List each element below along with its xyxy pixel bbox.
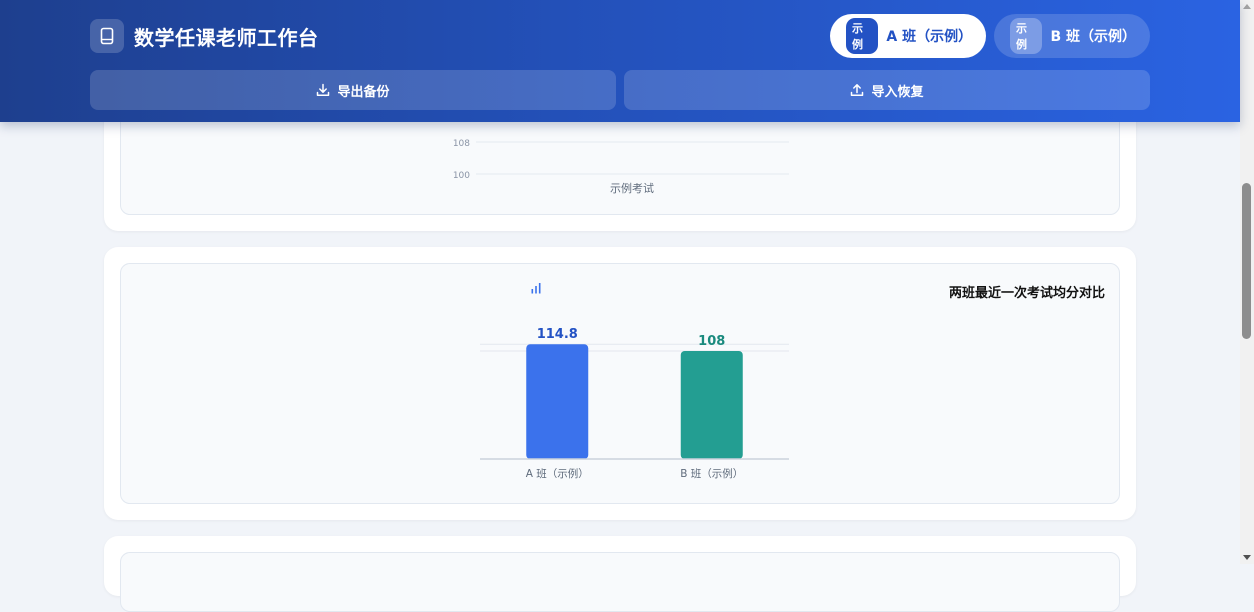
brand: 数学任课老师工作台 — [90, 19, 319, 53]
export-backup-label: 导出备份 — [337, 84, 390, 100]
compare-chart-panel: 两班最近一次考试均分对比 114.8 A 班（示例） 108 B 班（示例） — [120, 263, 1120, 504]
bar-value-label: 114.8 — [537, 327, 578, 342]
y-tick-label: 108 — [453, 139, 470, 149]
bar — [526, 344, 589, 459]
compare-chart-card: 两班最近一次考试均分对比 114.8 A 班（示例） 108 B 班（示例） — [104, 247, 1136, 520]
next-section-panel — [120, 552, 1120, 612]
class-a-label: A 班（示例） — [886, 29, 973, 45]
export-backup-button[interactable]: 导出备份 — [90, 70, 616, 110]
trend-chart: 108 100 示例考试 — [453, 139, 789, 195]
class-switch-b-button[interactable]: 示例 B 班（示例） — [994, 14, 1150, 58]
download-icon — [317, 83, 330, 96]
x-category-label: 示例考试 — [610, 181, 654, 195]
x-category-label: A 班（示例） — [526, 467, 589, 480]
sample-badge: 示例 — [1010, 18, 1043, 54]
trend-chart-panel: 108 100 示例考试 — [120, 106, 1120, 215]
x-category-label: B 班（示例） — [680, 467, 743, 480]
import-restore-label: 导入恢复 — [871, 84, 924, 100]
scrollbar-thumb[interactable] — [1242, 183, 1251, 339]
compare-bar-chart: 114.8 A 班（示例） 108 B 班（示例） — [480, 327, 789, 480]
scroll-up-arrow-icon[interactable] — [1243, 4, 1251, 9]
app-header: 数学任课老师工作台 示例 A 班（示例） 示例 B 班（示例） 导出备份 导入恢… — [0, 0, 1240, 122]
class-switch-a-button[interactable]: 示例 A 班（示例） — [830, 14, 986, 58]
import-restore-button[interactable]: 导入恢复 — [624, 70, 1150, 110]
sample-badge: 示例 — [846, 18, 879, 54]
bar — [680, 351, 743, 459]
class-b-label: B 班（示例） — [1050, 29, 1136, 45]
app-title: 数学任课老师工作台 — [134, 25, 319, 50]
upload-icon — [851, 84, 864, 96]
bar-value-label: 108 — [698, 334, 725, 349]
y-tick-label: 100 — [453, 171, 470, 181]
scroll-down-arrow-icon[interactable] — [1243, 555, 1251, 560]
book-icon — [90, 19, 124, 53]
next-section-card — [104, 536, 1136, 612]
page-scrollbar[interactable] — [1240, 0, 1254, 564]
